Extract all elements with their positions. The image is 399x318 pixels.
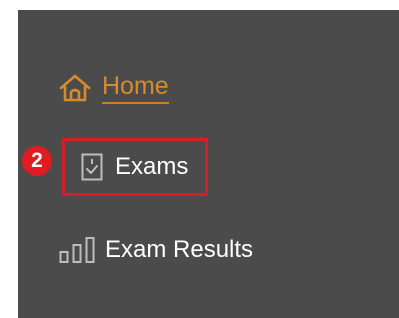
exam-sheet-icon <box>81 153 103 181</box>
sidebar-item-exam-results[interactable]: Exam Results <box>59 232 253 268</box>
sidebar-item-label: Exams <box>115 153 189 180</box>
step-number-badge: 2 <box>22 146 52 176</box>
sidebar-item-exams[interactable]: Exams <box>62 138 208 196</box>
bar-chart-icon <box>59 236 97 264</box>
sidebar-item-home[interactable]: Home <box>58 70 169 106</box>
sidebar-item-label: Exam Results <box>105 236 254 263</box>
home-icon <box>58 73 92 103</box>
sidebar-item-label: Home <box>102 72 169 104</box>
sidebar: Home Exams Exam Results <box>18 10 399 318</box>
